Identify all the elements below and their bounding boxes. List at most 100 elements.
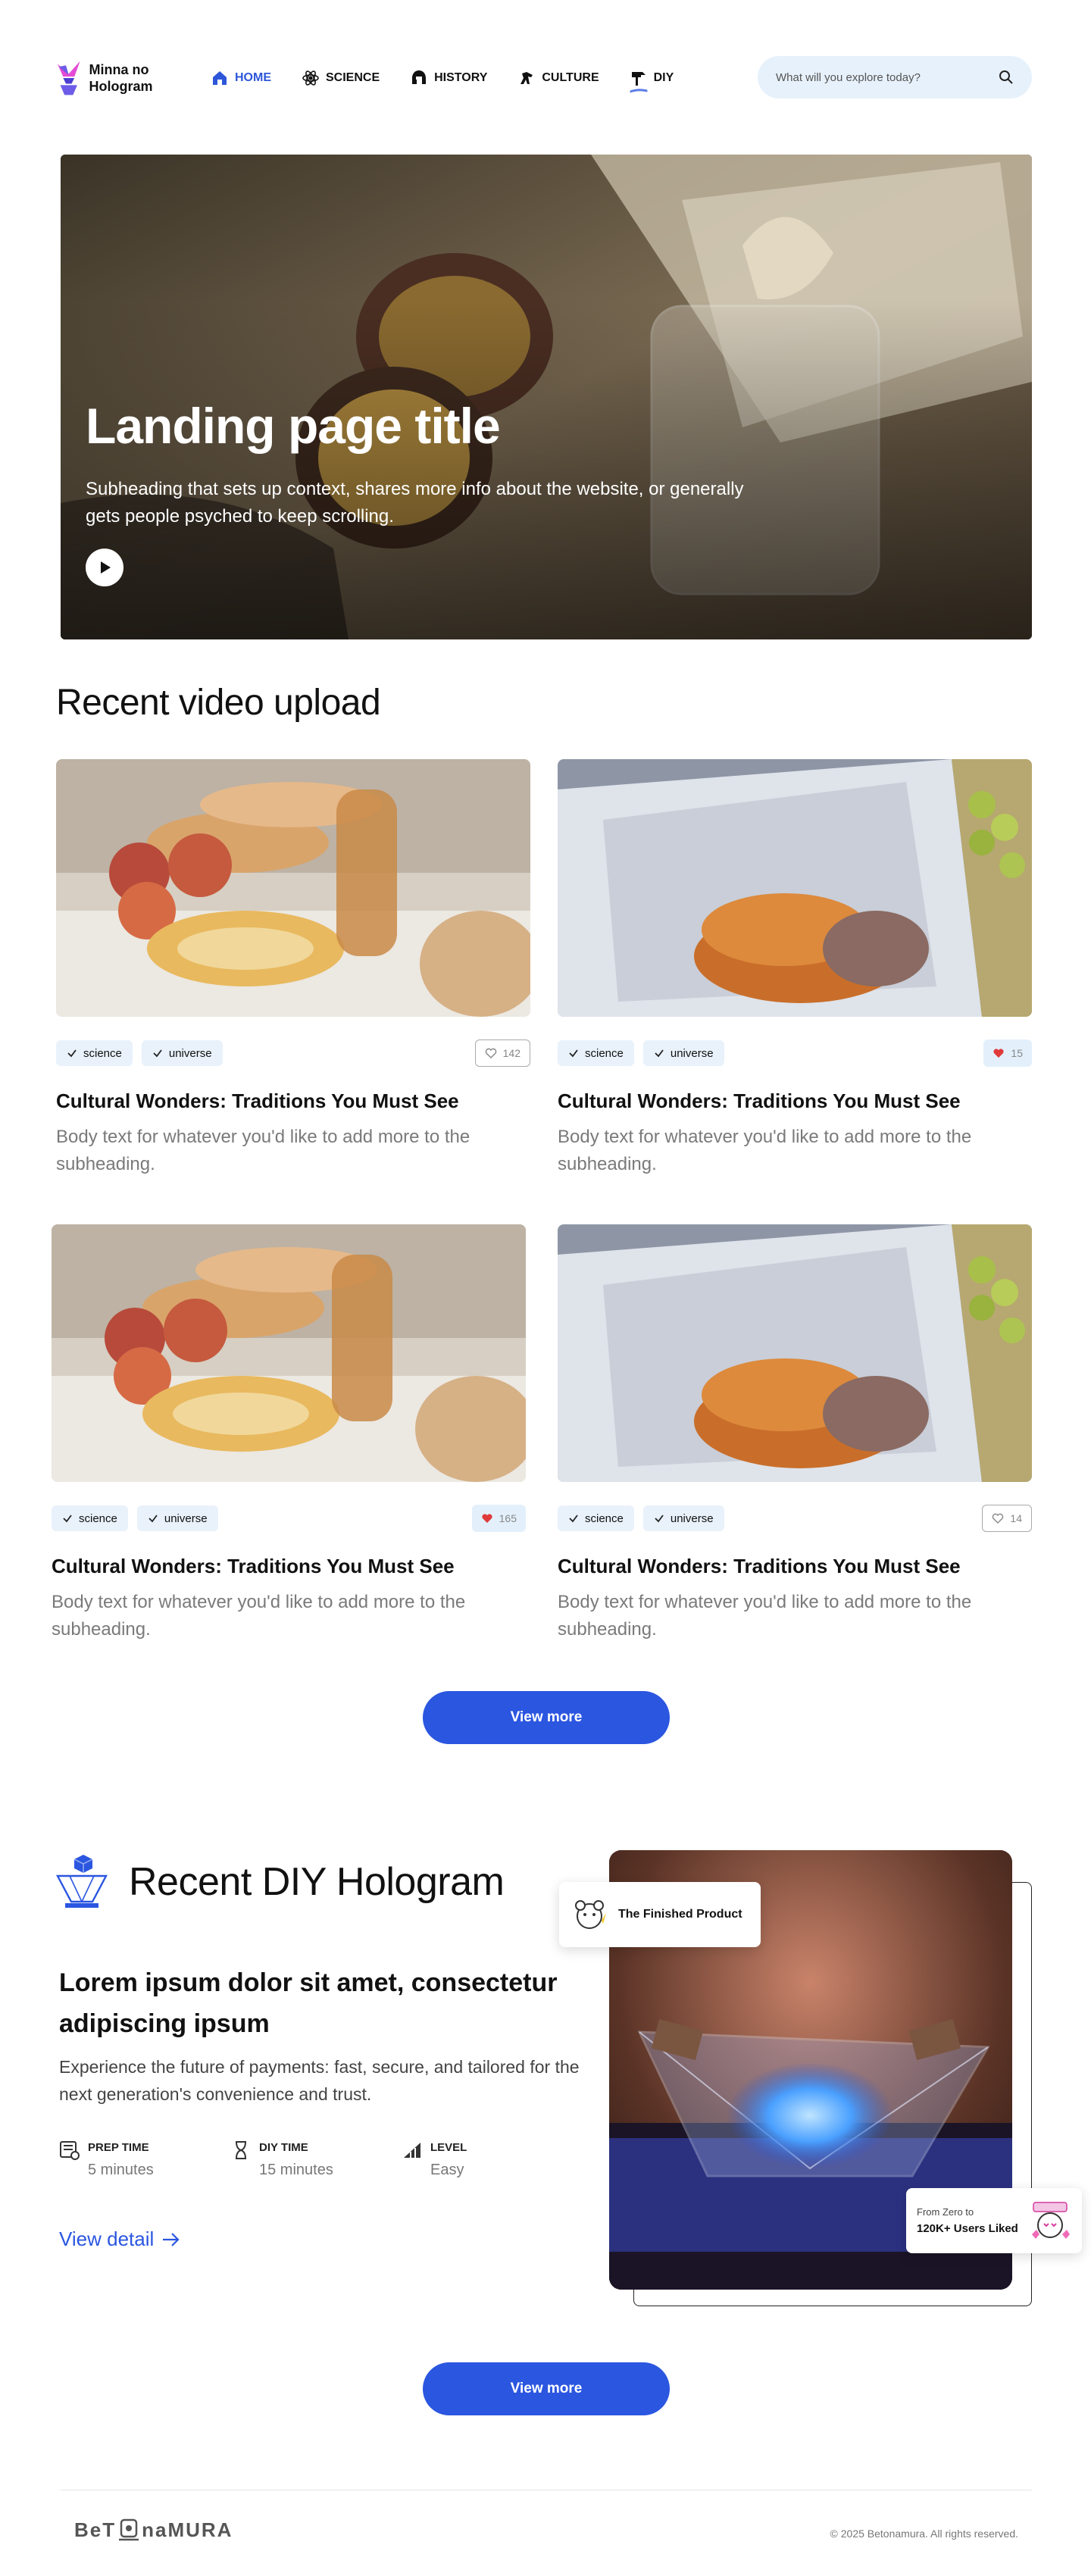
heart-filled-icon	[993, 1049, 1005, 1058]
card-title[interactable]: Cultural Wonders: Traditions You Must Se…	[52, 1555, 526, 1578]
video-thumbnail-croissant[interactable]	[558, 759, 1032, 1017]
tag-label: universe	[670, 1046, 714, 1060]
users-liked-badge: From Zero to 120K+ Users Liked	[906, 2188, 1082, 2253]
card-body: Body text for whatever you'd like to add…	[558, 1127, 972, 1174]
check-icon	[67, 1049, 77, 1058]
level-bars-icon	[404, 2143, 420, 2158]
nav-item-history[interactable]: HISTORY	[410, 69, 487, 87]
mascot-love-icon	[1032, 2202, 1070, 2239]
horse-icon	[520, 72, 533, 84]
diy-description: Experience the future of payments: fast,…	[59, 2057, 580, 2104]
heart-outline-icon	[485, 1048, 496, 1058]
brand-name: Minna no Hologram	[89, 62, 153, 94]
video-card[interactable]: science universe 15 Cultural Wonders: Tr…	[558, 759, 1032, 1178]
badge-small-text: From Zero to	[917, 2206, 974, 2218]
diy-section-header: Recent DIY Hologram	[55, 1855, 505, 1909]
stat-value: 5 minutes	[88, 2162, 154, 2178]
tag-chip[interactable]: universe	[136, 1505, 218, 1531]
hourglass-icon	[236, 2141, 246, 2159]
arrow-right-icon	[163, 2232, 180, 2246]
diy-stats: PREP TIME 5 minutes DIY TIME 15 minutes …	[59, 2141, 573, 2179]
card-title[interactable]: Cultural Wonders: Traditions You Must Se…	[558, 1089, 1032, 1113]
hologram-pyramid-icon	[56, 1855, 108, 1908]
stat-value: 15 minutes	[259, 2162, 333, 2178]
search-bar[interactable]	[758, 56, 1032, 98]
stat-level: LEVEL Easy	[402, 2141, 573, 2179]
nav-label: CULTURE	[542, 71, 599, 84]
like-button[interactable]: 14	[982, 1505, 1032, 1532]
tag-label: universe	[168, 1046, 212, 1060]
stat-diy-time: DIY TIME 15 minutes	[230, 2141, 402, 2179]
video-thumbnail-melon[interactable]	[56, 759, 530, 1017]
check-icon	[655, 1049, 664, 1058]
card-body: Body text for whatever you'd like to add…	[558, 1592, 972, 1640]
card-title[interactable]: Cultural Wonders: Traditions You Must Se…	[56, 1089, 530, 1113]
diy-title: Lorem ipsum dolor sit amet, consectetur …	[59, 1968, 558, 2038]
video-card[interactable]: science universe 14 Cultural Wonders: Tr…	[558, 1224, 1032, 1643]
check-icon	[569, 1049, 578, 1058]
video-thumbnail-melon[interactable]	[52, 1224, 526, 1482]
video-thumbnail-croissant[interactable]	[558, 1224, 1032, 1482]
check-icon	[655, 1515, 664, 1523]
nav-item-science[interactable]: SCIENCE	[302, 69, 380, 87]
hologram-logo-icon	[57, 61, 80, 95]
top-navigation: Minna no Hologram HOME SCIENCE HISTORY C…	[56, 55, 1032, 102]
search-icon[interactable]	[999, 70, 1014, 85]
nav-item-diy[interactable]: DIY	[630, 69, 674, 93]
diy-heading: Recent DIY Hologram	[129, 1860, 505, 1904]
lantern-icon	[119, 2518, 139, 2541]
badge-label: The Finished Product	[618, 1908, 742, 1921]
home-icon	[213, 71, 227, 85]
tag-chip[interactable]: science	[52, 1505, 128, 1531]
tag-label: science	[79, 1512, 117, 1525]
tag-chip[interactable]: science	[56, 1040, 133, 1066]
like-count: 15	[1011, 1047, 1023, 1059]
like-button[interactable]: 142	[474, 1039, 530, 1067]
nav-item-culture[interactable]: CULTURE	[517, 69, 599, 87]
view-more-button[interactable]: View more	[423, 1691, 670, 1744]
check-icon	[148, 1515, 158, 1523]
play-button[interactable]	[86, 549, 123, 586]
heart-outline-icon	[993, 1513, 1004, 1524]
section-title: Recent video upload	[56, 683, 381, 723]
spartan-helmet-icon	[412, 70, 427, 84]
view-detail-link[interactable]: View detail	[59, 2227, 181, 2251]
hero-banner: Landing page title Subheading that sets …	[61, 155, 1032, 639]
tag-chip[interactable]: science	[558, 1040, 634, 1066]
like-count: 165	[499, 1512, 517, 1524]
nav-label: SCIENCE	[326, 71, 380, 84]
tag-chip[interactable]: universe	[141, 1040, 223, 1066]
badge-big-text: 120K+ Users Liked	[917, 2222, 1018, 2235]
footer-logo[interactable]: BeT naMURA	[74, 2517, 233, 2543]
heart-filled-icon	[482, 1514, 492, 1523]
like-button[interactable]: 165	[471, 1505, 526, 1532]
like-button[interactable]: 15	[983, 1039, 1032, 1067]
check-icon	[63, 1515, 72, 1523]
brand[interactable]: Minna no Hologram	[56, 58, 208, 98]
brush-underline-icon	[630, 89, 648, 93]
stat-prep-time: PREP TIME 5 minutes	[59, 2141, 230, 2179]
like-count: 142	[502, 1047, 520, 1059]
check-icon	[153, 1049, 162, 1058]
search-input[interactable]	[776, 70, 999, 84]
view-more-button[interactable]: View more	[423, 2362, 670, 2415]
tag-chip[interactable]: universe	[642, 1505, 724, 1531]
mascot-bear-icon	[575, 1900, 606, 1929]
finished-product-badge: The Finished Product	[559, 1882, 761, 1947]
video-card[interactable]: science universe 142 Cultural Wonders: T…	[56, 759, 530, 1178]
card-body: Body text for whatever you'd like to add…	[52, 1592, 466, 1640]
nav-label: HISTORY	[434, 71, 488, 84]
card-title[interactable]: Cultural Wonders: Traditions You Must Se…	[558, 1555, 1032, 1578]
tag-label: science	[83, 1046, 122, 1060]
video-card[interactable]: science universe 165 Cultural Wonders: T…	[52, 1224, 526, 1643]
recipe-book-icon	[60, 2141, 80, 2160]
view-detail-label: View detail	[59, 2227, 155, 2250]
tag-label: science	[585, 1512, 624, 1525]
check-icon	[569, 1515, 578, 1523]
stat-label: LEVEL	[430, 2141, 467, 2154]
nav-label: DIY	[653, 71, 674, 84]
tag-chip[interactable]: universe	[642, 1040, 724, 1066]
footer-logo-right: naMURA	[142, 2518, 233, 2541]
nav-item-home[interactable]: HOME	[211, 69, 271, 87]
tag-chip[interactable]: science	[558, 1505, 634, 1531]
